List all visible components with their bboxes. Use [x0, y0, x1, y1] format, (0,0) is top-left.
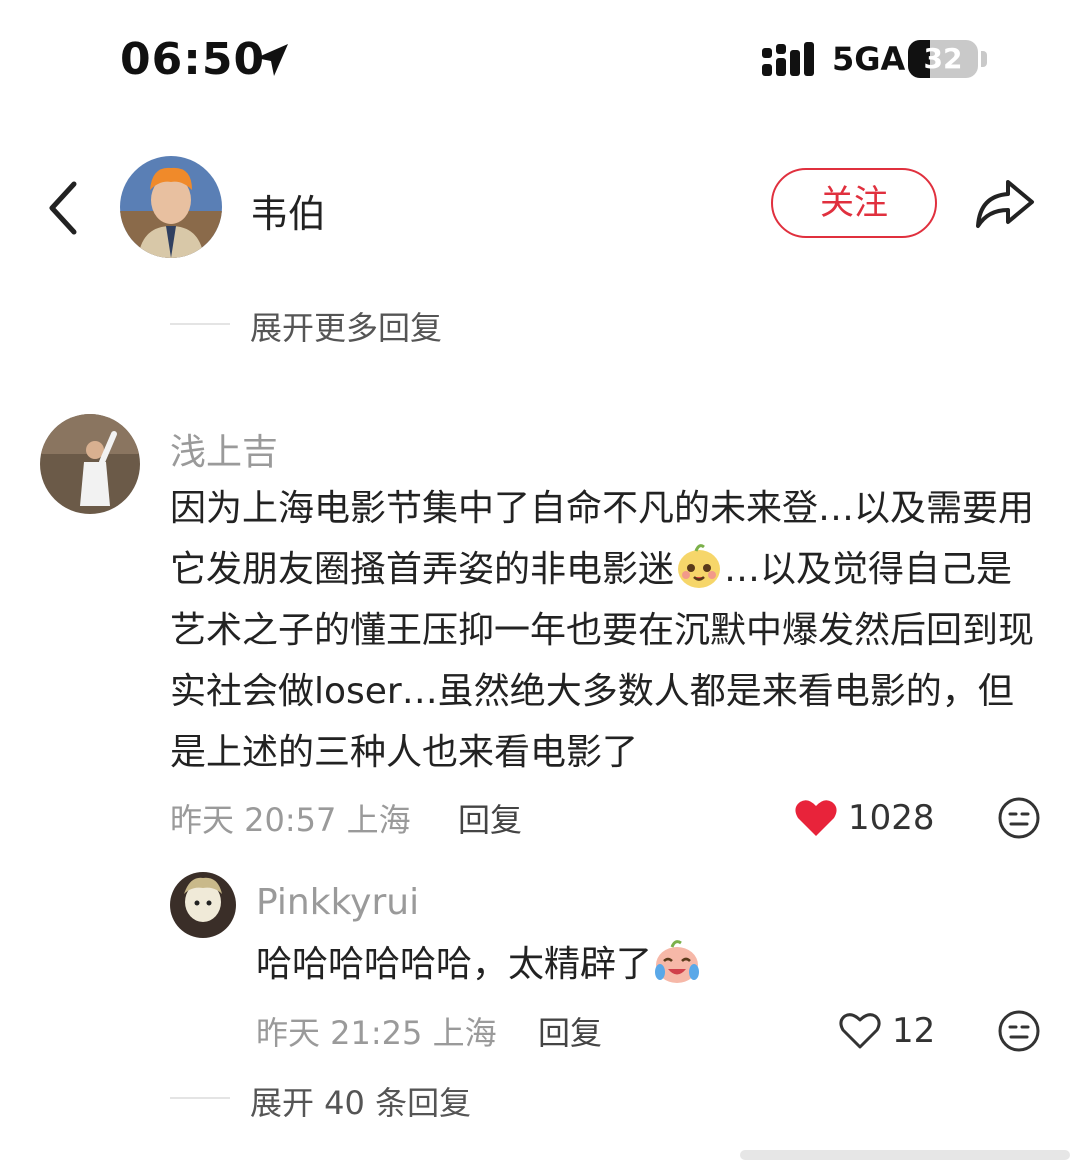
- author-avatar[interactable]: [120, 156, 222, 258]
- location-arrow-icon: [256, 44, 288, 76]
- comment-timestamp: 昨天 20:57 上海: [170, 801, 411, 839]
- replier-name[interactable]: Pinkkyrui: [256, 882, 419, 923]
- reply-text-body: 哈哈哈哈哈哈，太精辟了: [256, 944, 653, 985]
- comment-reply-button[interactable]: 回复: [458, 795, 522, 841]
- share-arrow-icon[interactable]: [972, 176, 1038, 232]
- replier-avatar[interactable]: [170, 872, 236, 938]
- home-indicator[interactable]: [740, 1150, 1070, 1160]
- reply-like-count: 12: [892, 1011, 936, 1051]
- signal-strength-icon: [762, 42, 814, 76]
- author-name[interactable]: 韦伯: [250, 183, 326, 238]
- commenter-name[interactable]: 浅上吉: [170, 423, 278, 475]
- heart-outline-icon[interactable]: [838, 1011, 882, 1051]
- battery-nub: [981, 51, 987, 67]
- status-time: 06:50: [120, 34, 266, 85]
- reply-timestamp: 昨天 21:25 上海: [256, 1014, 497, 1052]
- expand-replies-button[interactable]: 展开 40 条回复: [250, 1078, 471, 1124]
- follow-button[interactable]: 关注: [771, 168, 937, 238]
- comment-like-count: 1028: [848, 798, 935, 838]
- reply-reply-button[interactable]: 回复: [538, 1008, 602, 1054]
- chevron-left-icon[interactable]: [40, 178, 84, 238]
- smiling-face-emoji-icon: [678, 544, 721, 588]
- commenter-avatar[interactable]: [40, 414, 140, 514]
- neutral-face-icon[interactable]: [997, 1009, 1041, 1053]
- divider: [170, 1097, 230, 1099]
- battery-icon: 32: [908, 40, 978, 78]
- heart-filled-icon[interactable]: [794, 798, 838, 838]
- neutral-face-icon[interactable]: [997, 796, 1041, 840]
- battery-percent: 32: [923, 42, 963, 75]
- divider: [170, 323, 230, 325]
- reply-text: 哈哈哈哈哈哈，太精辟了: [256, 934, 1036, 995]
- crying-laughing-emoji-icon: [655, 940, 700, 983]
- network-type: 5GA: [832, 40, 906, 78]
- expand-more-replies[interactable]: 展开更多回复: [250, 303, 442, 349]
- comment-text: 因为上海电影节集中了自命不凡的未来登…以及需要用它发朋友圈搔首弄姿的非电影迷 …以…: [170, 478, 1040, 783]
